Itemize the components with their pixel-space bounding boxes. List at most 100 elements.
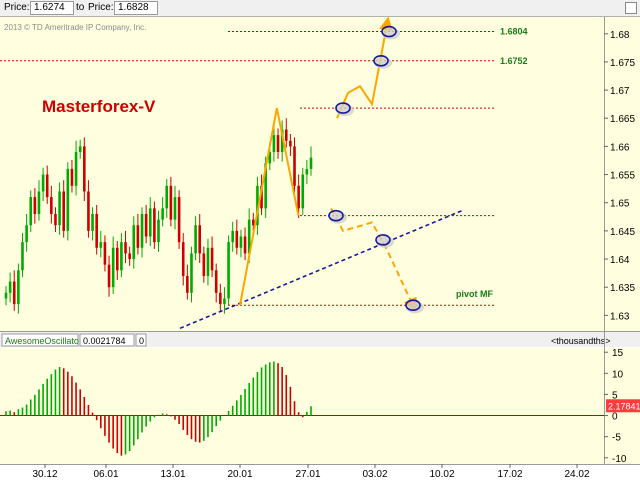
candle-body: [12, 281, 16, 305]
marker-shadow: [406, 301, 424, 314]
price-to-field[interactable]: 1.6828: [114, 1, 158, 15]
candle-body: [181, 242, 185, 276]
copyright-text: 2013 © TD Ameritrade IP Company, Inc.: [4, 23, 146, 32]
osc-tick-label: 0: [612, 412, 618, 423]
close-icon[interactable]: [625, 2, 637, 14]
candle-body: [214, 270, 218, 293]
candle-body: [128, 253, 131, 260]
marker-shadow: [329, 211, 347, 224]
marker-shadow: [336, 104, 354, 117]
price-tick-label: 1.66: [610, 142, 630, 153]
candle-body: [4, 292, 8, 299]
masterforex-title: Masterforex-V: [42, 97, 156, 116]
oscillator-extra-value: 0: [139, 336, 144, 346]
candle-body: [124, 242, 127, 254]
price-range-toolbar: Price: 1.6274 to Price: 1.6828: [0, 0, 640, 17]
candle-body: [17, 270, 20, 305]
candle-body: [276, 135, 280, 153]
candle-body: [136, 225, 140, 248]
candle-body: [301, 174, 305, 209]
candle-body: [190, 253, 193, 293]
price-tick-label: 1.68: [610, 30, 630, 41]
date-tick-label: 06.01: [93, 469, 118, 480]
candle-body: [103, 242, 107, 265]
level-label: pivot MF: [456, 289, 493, 299]
price-tick-label: 1.65: [610, 199, 630, 210]
candle-body: [54, 213, 57, 226]
price-to-label: Price:: [88, 2, 114, 13]
candle-body: [173, 197, 177, 220]
candle-body: [91, 213, 94, 231]
candle-body: [186, 275, 189, 293]
level-label: 1.6752: [500, 56, 528, 66]
price-from-label: Price:: [4, 2, 30, 13]
candle-body: [41, 174, 45, 192]
candle-body: [95, 213, 98, 248]
price-from-field[interactable]: 1.6274: [30, 1, 74, 15]
price-tick-label: 1.64: [610, 255, 630, 266]
candle-body: [140, 213, 144, 248]
osc-tick-label: -5: [612, 433, 621, 444]
osc-tick-label: -10: [612, 454, 627, 465]
price-tick-label: 1.645: [610, 227, 635, 238]
date-tick-label: 30.12: [32, 469, 57, 480]
candle-body: [202, 253, 206, 276]
date-tick-label: 17.02: [497, 469, 522, 480]
date-tick-label: 20.01: [227, 469, 252, 480]
candle-body: [210, 247, 214, 271]
oscillator-units-label: <thousandths>: [551, 336, 611, 346]
candle-body: [165, 185, 169, 209]
candle-body: [161, 208, 164, 220]
price-tick-label: 1.675: [610, 58, 635, 69]
price-tick-label: 1.63: [610, 311, 630, 322]
oscillator-name: AwesomeOscillator: [5, 336, 82, 346]
candle-body: [66, 168, 70, 231]
candle-body: [70, 168, 74, 186]
candle-body: [8, 281, 12, 293]
level-label: 1.6804: [500, 27, 528, 37]
candle-body: [25, 225, 28, 243]
candle-body: [231, 230, 234, 243]
price-panel-background: [0, 17, 640, 331]
marker-shadow: [376, 235, 394, 248]
candle-body: [153, 208, 156, 243]
candle-body: [62, 191, 66, 231]
candle-body: [37, 191, 41, 214]
candle-body: [177, 197, 181, 243]
candle-body: [21, 242, 24, 271]
date-tick-label: 24.02: [564, 469, 589, 480]
marker-shadow: [374, 56, 392, 69]
candle-body: [111, 247, 115, 288]
candle-body: [78, 146, 82, 153]
candle-body: [297, 185, 300, 209]
price-tick-label: 1.635: [610, 283, 635, 294]
candle-body: [107, 264, 111, 288]
candle-body: [144, 213, 148, 237]
chart-window: Price: 1.6274 to Price: 1.6828 2013 © TD…: [0, 0, 640, 480]
candle-body: [235, 230, 239, 248]
candle-body: [219, 292, 222, 305]
candle-body: [45, 174, 49, 198]
candle-body: [227, 242, 230, 299]
candle-body: [33, 197, 37, 214]
oscillator-value: 0.0021784: [83, 336, 126, 346]
marker-shadow: [382, 27, 400, 40]
price-tick-label: 1.665: [610, 114, 635, 125]
candle-body: [206, 247, 210, 276]
candle-body: [87, 191, 90, 231]
candle-body: [289, 140, 292, 147]
candle-body: [169, 185, 173, 220]
candle-body: [83, 146, 86, 192]
price-tick-label: 1.67: [610, 86, 630, 97]
candle-body: [194, 225, 197, 254]
candle-body: [284, 129, 288, 141]
candle-body: [148, 208, 152, 237]
last-value-label: 2.17841: [608, 401, 640, 411]
candle-body: [157, 219, 160, 243]
candle-body: [58, 191, 61, 226]
candle-body: [293, 146, 296, 186]
date-tick-label: 27.01: [295, 469, 320, 480]
chart-svg: 2013 © TD Ameritrade IP Company, Inc. Mas…: [0, 16, 640, 480]
price-tick-label: 1.655: [610, 171, 635, 182]
to-label: to: [76, 2, 85, 13]
